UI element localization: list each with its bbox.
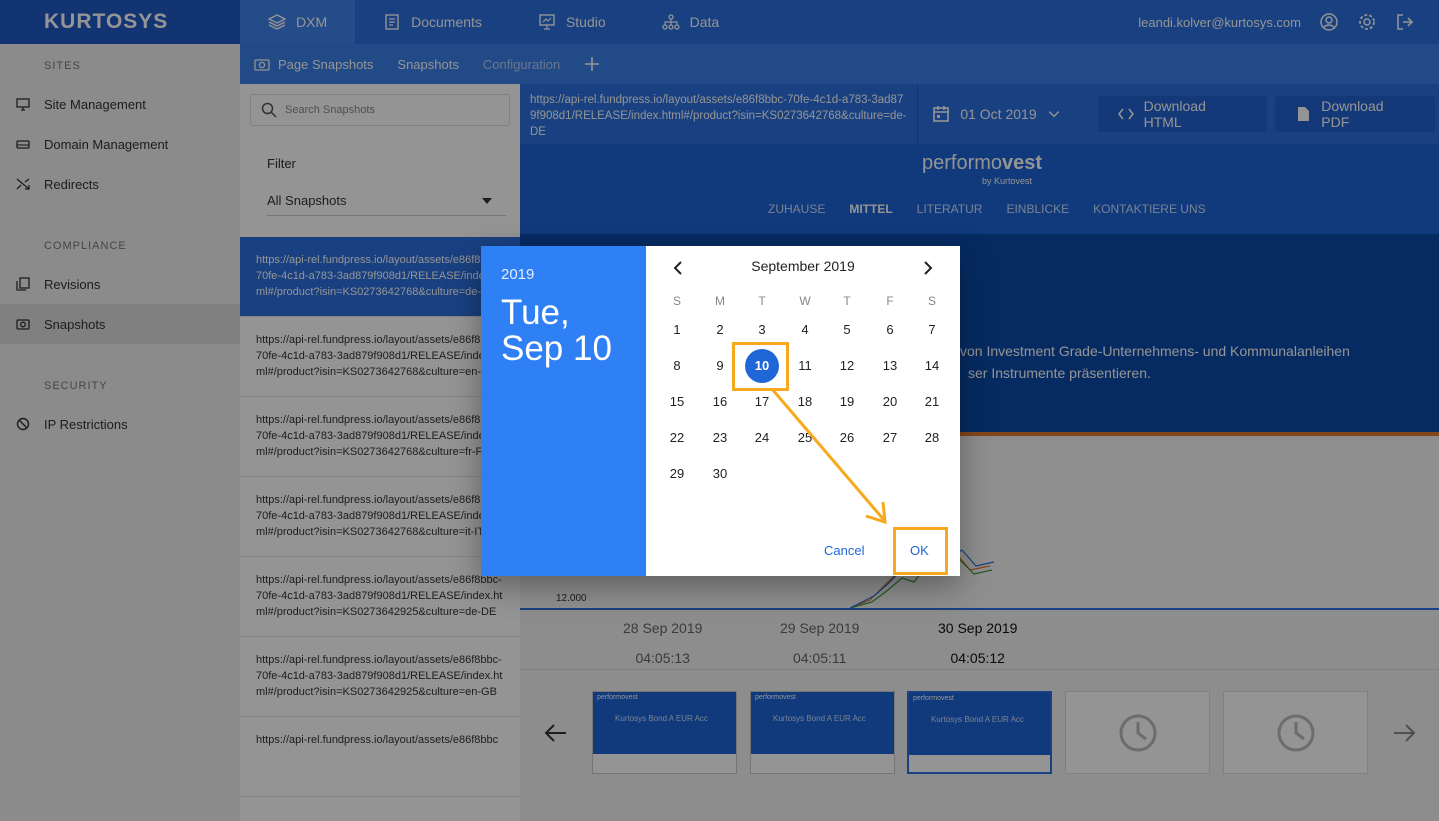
weekday-label: S (927, 294, 936, 308)
calendar-day[interactable]: 1 (660, 313, 694, 347)
calendar-day[interactable]: 23 (703, 421, 737, 455)
cancel-button[interactable]: Cancel (824, 543, 864, 558)
calendar-month: September 2019 (751, 258, 855, 274)
highlight-selected-day (732, 342, 789, 391)
dialog-date-line: Sep 10 (501, 329, 612, 368)
calendar-day[interactable]: 12 (830, 349, 864, 383)
calendar-day[interactable]: 22 (660, 421, 694, 455)
ok-button[interactable]: OK (910, 543, 929, 558)
calendar-day[interactable]: 27 (873, 421, 907, 455)
dialog-header: 2019 Tue, Sep 10 (481, 246, 646, 576)
calendar-day[interactable]: 30 (703, 457, 737, 491)
calendar-day[interactable]: 19 (830, 385, 864, 419)
chevron-right-icon[interactable] (920, 260, 936, 276)
dialog-selected-date: Tue, Sep 10 (501, 295, 626, 367)
calendar-day[interactable]: 28 (915, 421, 949, 455)
calendar-day[interactable]: 4 (788, 313, 822, 347)
date-picker-dialog: 2019 Tue, Sep 10 September 2019 Cancel S… (481, 246, 960, 576)
calendar-day[interactable]: 14 (915, 349, 949, 383)
calendar-day[interactable]: 21 (915, 385, 949, 419)
calendar-day[interactable]: 11 (788, 349, 822, 383)
weekday-label: M (715, 294, 725, 308)
dialog-date-line: Tue, (501, 293, 570, 332)
weekday-label: T (843, 294, 851, 308)
calendar-day[interactable]: 5 (830, 313, 864, 347)
calendar-day[interactable]: 18 (788, 385, 822, 419)
dialog-year[interactable]: 2019 (501, 266, 626, 283)
weekday-label: F (886, 294, 894, 308)
calendar-day[interactable]: 26 (830, 421, 864, 455)
calendar-day[interactable]: 25 (788, 421, 822, 455)
calendar-day[interactable]: 29 (660, 457, 694, 491)
calendar-day[interactable]: 8 (660, 349, 694, 383)
calendar-day[interactable]: 6 (873, 313, 907, 347)
weekday-label: T (758, 294, 766, 308)
calendar-day[interactable]: 20 (873, 385, 907, 419)
weekday-label: S (672, 294, 681, 308)
calendar-day[interactable]: 15 (660, 385, 694, 419)
calendar-day[interactable]: 13 (873, 349, 907, 383)
calendar-day[interactable]: 24 (745, 421, 779, 455)
calendar-day[interactable]: 7 (915, 313, 949, 347)
weekday-label: W (799, 294, 811, 308)
